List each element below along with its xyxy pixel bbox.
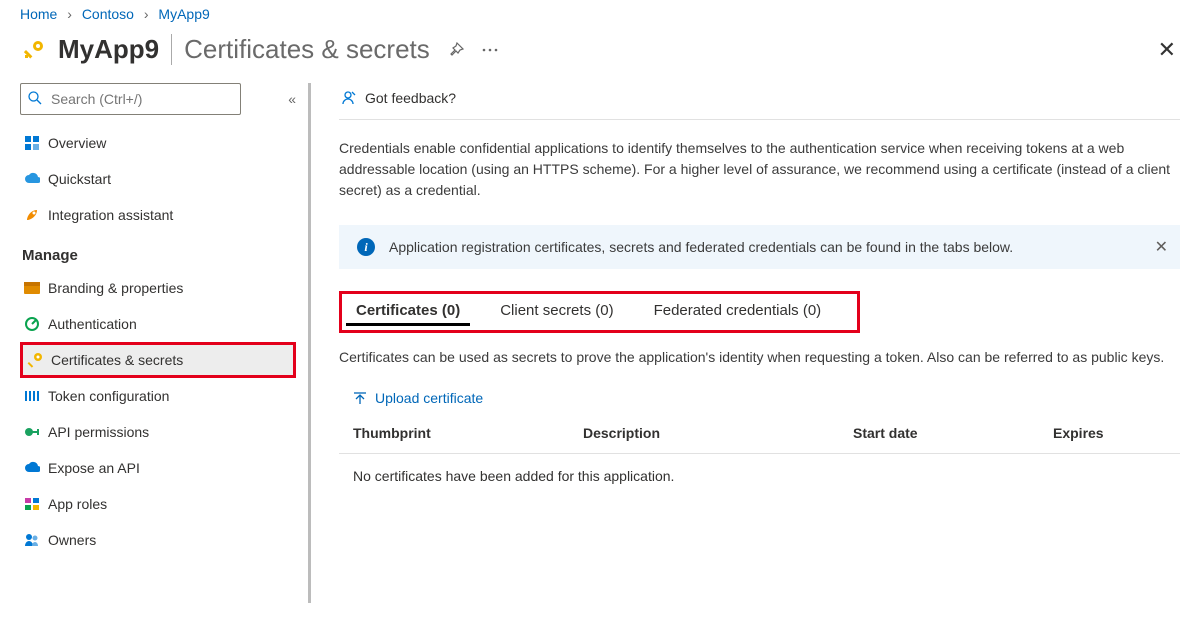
column-thumbprint[interactable]: Thumbprint (353, 425, 583, 441)
chevron-right-icon: › (67, 6, 72, 22)
credentials-description: Credentials enable confidential applicat… (339, 120, 1180, 225)
sidebar-item-branding[interactable]: Branding & properties (20, 270, 296, 306)
sidebar-section-manage: Manage (22, 247, 296, 264)
search-input[interactable] (20, 83, 241, 115)
chevron-right-icon: › (144, 6, 149, 22)
overview-icon (24, 135, 48, 151)
close-icon[interactable]: ✕ (1158, 37, 1180, 63)
sidebar-item-overview[interactable]: Overview (20, 125, 296, 161)
tab-certificates[interactable]: Certificates (0) (346, 298, 470, 326)
token-icon (24, 389, 48, 403)
credentials-tabs: Certificates (0) Client secrets (0) Fede… (339, 291, 860, 333)
sidebar-item-app-roles[interactable]: App roles (20, 486, 296, 522)
key-icon (20, 38, 48, 62)
cloud-api-icon (24, 461, 48, 475)
page-title: MyApp9 Certificates & secrets (58, 34, 430, 65)
sidebar-item-api-permissions[interactable]: API permissions (20, 414, 296, 450)
sidebar-item-label: Integration assistant (48, 207, 173, 223)
sidebar-item-owners[interactable]: Owners (20, 522, 296, 558)
sidebar-item-label: Overview (48, 135, 106, 151)
breadcrumb-home[interactable]: Home (20, 6, 57, 22)
sidebar-item-certificates-secrets[interactable]: Certificates & secrets (20, 342, 296, 378)
feedback-label: Got feedback? (365, 90, 456, 106)
page-header: MyApp9 Certificates & secrets ✕ (0, 28, 1200, 83)
owners-icon (24, 533, 48, 547)
sidebar-item-integration-assistant[interactable]: Integration assistant (20, 197, 296, 233)
sidebar-item-label: Authentication (48, 316, 137, 332)
certificates-table: Thumbprint Description Start date Expire… (339, 416, 1180, 484)
sidebar-item-label: Certificates & secrets (51, 352, 183, 368)
info-icon: i (357, 238, 375, 256)
dismiss-banner-icon[interactable]: ✕ (1155, 237, 1168, 257)
info-banner: i Application registration certificates,… (339, 225, 1180, 269)
upload-icon (353, 391, 367, 405)
sidebar-item-label: Token configuration (48, 388, 169, 404)
column-description[interactable]: Description (583, 425, 853, 441)
breadcrumb-tenant[interactable]: Contoso (82, 6, 134, 22)
rocket-icon (24, 207, 48, 223)
sidebar-item-label: Expose an API (48, 460, 140, 476)
empty-state: No certificates have been added for this… (339, 454, 1180, 484)
cloud-icon (24, 172, 48, 186)
key-icon (27, 352, 51, 368)
app-name: MyApp9 (58, 34, 159, 65)
branding-icon (24, 282, 48, 294)
sidebar: « Overview Quickstart Integration assist… (0, 83, 308, 603)
upload-certificate-button[interactable]: Upload certificate (339, 386, 1180, 416)
info-banner-text: Application registration certificates, s… (389, 239, 1013, 255)
pin-icon[interactable] (448, 42, 464, 58)
sidebar-item-label: Owners (48, 532, 96, 548)
search-icon (27, 90, 43, 106)
table-header: Thumbprint Description Start date Expire… (339, 417, 1180, 454)
permissions-icon (24, 425, 48, 439)
sidebar-item-label: API permissions (48, 424, 149, 440)
column-expires[interactable]: Expires (1053, 425, 1180, 441)
auth-icon (24, 316, 48, 332)
main-content: Got feedback? Credentials enable confide… (311, 83, 1200, 603)
tab-client-secrets[interactable]: Client secrets (0) (490, 298, 623, 326)
feedback-icon (339, 89, 357, 107)
tab-description: Certificates can be used as secrets to p… (339, 347, 1180, 368)
sidebar-item-label: Branding & properties (48, 280, 183, 296)
sidebar-item-quickstart[interactable]: Quickstart (20, 161, 296, 197)
sidebar-item-token-configuration[interactable]: Token configuration (20, 378, 296, 414)
tab-federated-credentials[interactable]: Federated credentials (0) (644, 298, 832, 326)
breadcrumb: Home › Contoso › MyApp9 (0, 0, 1200, 28)
sidebar-item-authentication[interactable]: Authentication (20, 306, 296, 342)
column-start-date[interactable]: Start date (853, 425, 1053, 441)
breadcrumb-app[interactable]: MyApp9 (158, 6, 209, 22)
collapse-sidebar-icon[interactable]: « (288, 91, 296, 107)
page-subtitle: Certificates & secrets (171, 34, 430, 65)
sidebar-item-label: Quickstart (48, 171, 111, 187)
more-icon[interactable] (482, 48, 498, 52)
got-feedback-button[interactable]: Got feedback? (339, 83, 1180, 120)
sidebar-item-label: App roles (48, 496, 107, 512)
sidebar-item-expose-api[interactable]: Expose an API (20, 450, 296, 486)
roles-icon (24, 497, 48, 511)
upload-label: Upload certificate (375, 390, 483, 406)
